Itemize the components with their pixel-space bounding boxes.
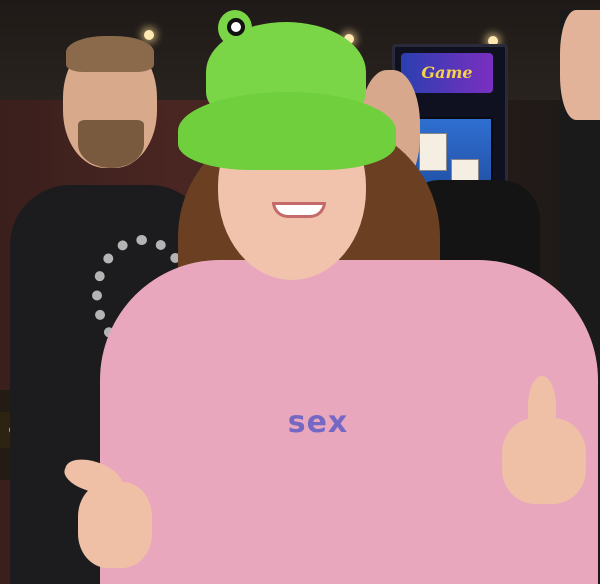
frog-hat-brim: [178, 92, 396, 170]
thumbs-up-icon: [528, 376, 556, 436]
arcade-sign: Game: [401, 53, 493, 93]
background-person-right-face: [560, 10, 600, 120]
card-graphic: [419, 133, 447, 171]
smile: [272, 202, 326, 218]
background-person-left-hair: [66, 36, 154, 72]
background-person-left-beard: [78, 120, 144, 168]
ceiling-light: [144, 30, 154, 40]
shirt-print-text: sex: [287, 405, 349, 440]
photo-scene: Game Gol sex: [0, 0, 600, 584]
frog-pupil-icon: [227, 18, 245, 36]
